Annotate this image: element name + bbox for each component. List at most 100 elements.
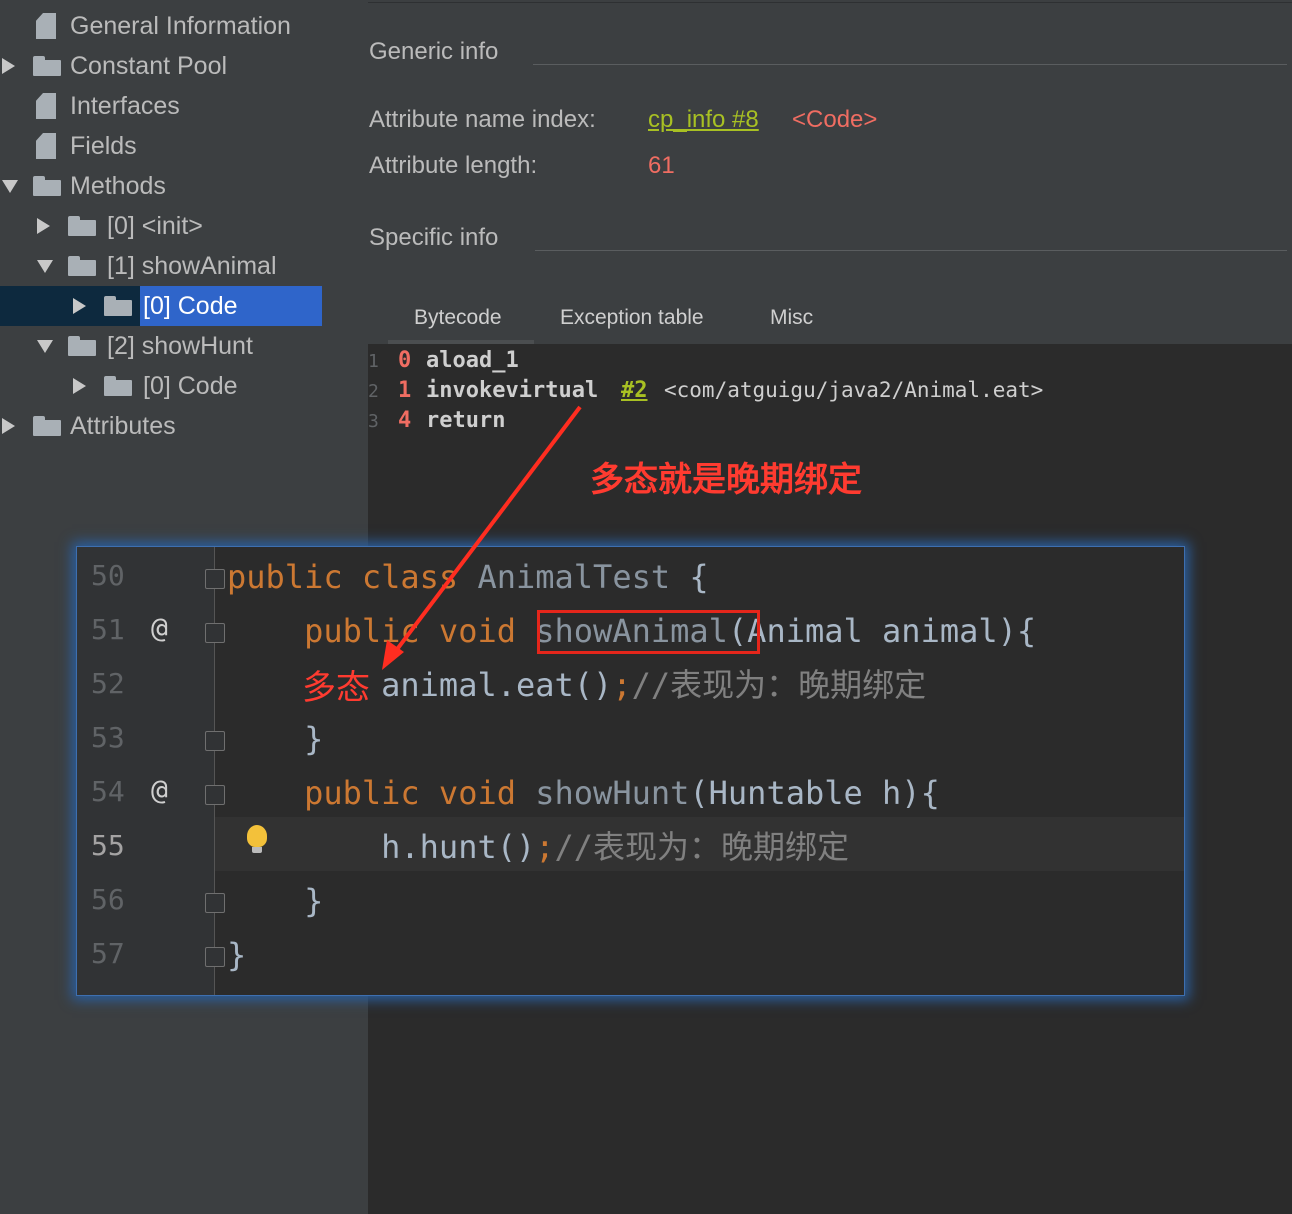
tree-item-general-information[interactable]: General Information xyxy=(0,6,368,46)
code-comment: //表现为：晚期绑定 xyxy=(631,666,927,704)
line-number: 1 xyxy=(368,351,379,372)
tree-item-attributes[interactable]: Attributes xyxy=(0,406,368,446)
expand-arrow-icon[interactable] xyxy=(37,218,50,234)
bytecode-offset: 1 xyxy=(398,378,412,403)
fold-marker-icon[interactable] xyxy=(205,785,225,805)
code-text: } xyxy=(304,882,324,920)
attribute-name-value: <Code> xyxy=(792,106,878,133)
annotation-label: 多态 xyxy=(302,669,370,707)
tree-item-label: [1] showAnimal xyxy=(107,251,277,280)
top-divider xyxy=(368,2,1292,3)
line-number: 56 xyxy=(91,883,125,916)
tab-misc[interactable]: Misc xyxy=(770,306,813,330)
line-number: 53 xyxy=(91,721,125,754)
tree-item-method-init[interactable]: [0] <init> xyxy=(0,206,368,246)
tree-item-constant-pool[interactable]: Constant Pool xyxy=(0,46,368,86)
code-text: { xyxy=(689,558,709,596)
bytecode-opcode: invokevirtual xyxy=(426,378,599,403)
bytecode-opcode: return xyxy=(426,408,506,433)
semicolon: ; xyxy=(535,828,555,866)
tree-item-method-showhunt[interactable]: [2] showHunt xyxy=(0,326,368,366)
keyword: public xyxy=(227,558,343,596)
class-name: AnimalTest xyxy=(477,558,671,596)
expand-arrow-icon[interactable] xyxy=(2,58,15,74)
fold-marker-icon[interactable] xyxy=(205,893,225,913)
fold-marker-icon[interactable] xyxy=(205,947,225,967)
collapse-arrow-icon[interactable] xyxy=(37,260,53,273)
keyword: public xyxy=(304,774,420,812)
code-line-54: public void showHunt(Huntable h){ xyxy=(227,766,940,820)
override-marker-icon[interactable]: @ xyxy=(151,773,168,806)
fold-marker-icon[interactable] xyxy=(205,731,225,751)
code-line-57: } xyxy=(227,928,246,982)
line-number: 57 xyxy=(91,937,125,970)
code-comment: //表现为：晚期绑定 xyxy=(554,828,850,866)
code-text: (Animal animal){ xyxy=(727,612,1037,650)
bytecode-offset: 4 xyxy=(398,408,412,433)
expand-arrow-icon[interactable] xyxy=(2,418,15,434)
code-line-56: } xyxy=(227,874,323,928)
code-text: h.hunt() xyxy=(381,828,536,866)
tab-exception-table[interactable]: Exception table xyxy=(560,306,704,330)
keyword: class xyxy=(361,558,459,596)
file-icon xyxy=(36,93,56,119)
tab-bytecode[interactable]: Bytecode xyxy=(414,306,502,330)
code-text: (Huntable h){ xyxy=(689,774,940,812)
bytecode-comment: <com/atguigu/java2/Animal.eat> xyxy=(664,378,1044,402)
bytecode-offset: 0 xyxy=(398,348,412,373)
line-number: 55 xyxy=(91,829,125,862)
tree-item-label: [0] Code xyxy=(143,291,238,320)
line-number: 50 xyxy=(91,559,125,592)
collapse-arrow-icon[interactable] xyxy=(37,340,53,353)
keyword: void xyxy=(438,612,516,650)
annotation-highlight-box xyxy=(537,610,760,654)
code-line-55: h.hunt();//表现为：晚期绑定 xyxy=(227,820,849,874)
code-line-53: } xyxy=(227,712,323,766)
generic-info-title: Generic info xyxy=(369,38,499,65)
cp-info-link[interactable]: cp_info #8 xyxy=(648,106,759,134)
code-editor[interactable]: 50 51 52 53 54 55 56 57 @ @ public class… xyxy=(76,546,1185,996)
keyword: public xyxy=(304,612,420,650)
override-marker-icon[interactable]: @ xyxy=(151,611,168,644)
tree-item-fields[interactable]: Fields xyxy=(0,126,368,166)
attribute-length-label: Attribute length: xyxy=(369,152,538,179)
code-text: animal.eat() xyxy=(381,666,613,704)
expand-arrow-icon[interactable] xyxy=(73,298,86,314)
method-name: showHunt xyxy=(535,774,690,812)
tree-item-label: Constant Pool xyxy=(70,51,228,80)
tree-item-label: Fields xyxy=(70,131,137,160)
fold-marker-icon[interactable] xyxy=(205,569,225,589)
annotation-title: 多态就是晚期绑定 xyxy=(590,461,862,499)
code-line-50: public class AnimalTest { xyxy=(227,550,709,604)
tree-item-showanimal-code[interactable]: [0] Code xyxy=(0,286,368,326)
folder-icon xyxy=(104,376,132,396)
line-number: 3 xyxy=(368,411,379,432)
line-number: 51 xyxy=(91,613,125,646)
line-number: 52 xyxy=(91,667,125,700)
expand-arrow-icon[interactable] xyxy=(73,378,86,394)
semicolon: ; xyxy=(612,666,632,704)
folder-icon xyxy=(33,416,61,436)
code-text: } xyxy=(227,936,247,974)
folder-icon xyxy=(68,256,96,276)
keyword: void xyxy=(438,774,516,812)
folder-icon xyxy=(68,336,96,356)
tree-item-label: General Information xyxy=(70,11,291,40)
specific-info-separator xyxy=(535,250,1287,251)
code-text: } xyxy=(304,720,324,758)
folder-icon xyxy=(68,216,96,236)
generic-info-separator xyxy=(533,64,1287,65)
tree-item-method-showanimal[interactable]: [1] showAnimal xyxy=(0,246,368,286)
fold-marker-icon[interactable] xyxy=(205,623,225,643)
tree-item-interfaces[interactable]: Interfaces xyxy=(0,86,368,126)
attribute-name-index-label: Attribute name index: xyxy=(369,106,596,133)
constant-ref-link[interactable]: #2 xyxy=(621,378,648,403)
folder-icon xyxy=(33,56,61,76)
tree-item-label: [0] Code xyxy=(143,371,238,400)
collapse-arrow-icon[interactable] xyxy=(2,180,18,193)
tree-item-showhunt-code[interactable]: [0] Code xyxy=(0,366,368,406)
tree-item-methods[interactable]: Methods xyxy=(0,166,368,206)
tree-item-label: [2] showHunt xyxy=(107,331,253,360)
bytecode-opcode: aload_1 xyxy=(426,348,519,373)
tree-item-label: Interfaces xyxy=(70,91,180,120)
